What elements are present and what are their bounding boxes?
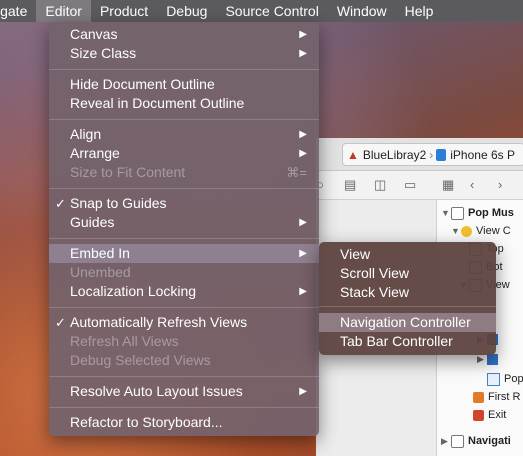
menu-separator [49,119,319,120]
app-target-icon: ▲ [347,147,359,162]
submenu-arrow-icon: ▶ [299,248,307,259]
outline-row[interactable]: First R [473,388,520,406]
menu-item-size-class[interactable]: Size Class ▶ [49,44,319,63]
menu-item-canvas[interactable]: Canvas ▶ [49,25,319,44]
menu-separator [49,188,319,189]
scheme-selector[interactable]: ▲ BlueLibray2 › iPhone 6s P [342,143,523,166]
outline-row[interactable]: Pop [487,370,523,388]
scene-icon [451,206,464,220]
cube-icon[interactable]: ◫ [374,177,386,193]
menu-debug[interactable]: Debug [157,0,216,22]
view-icon [487,353,498,365]
submenu-item-navigation-controller[interactable]: Navigation Controller [319,313,496,332]
menu-separator [49,407,319,408]
menu-separator [49,376,319,377]
editor-jump-bar: ○ ▤ ◫ ▭ ▦ ‹ › [316,171,523,200]
menu-bar: vigate Editor Product Debug Source Contr… [0,0,523,22]
menu-item-guides[interactable]: Guides ▶ [49,213,319,232]
disclosure-icon[interactable]: ▼ [451,222,461,240]
menu-separator [319,306,496,307]
menu-item-snap-to-guides[interactable]: ✓ Snap to Guides [49,194,319,213]
submenu-arrow-icon: ▶ [299,129,307,140]
checkmark-icon: ✓ [55,196,66,211]
menu-item-arrange[interactable]: Arrange ▶ [49,144,319,163]
disclosure-icon[interactable]: ▼ [441,204,451,222]
menu-source-control[interactable]: Source Control [216,0,327,22]
submenu-arrow-icon: ▶ [299,29,307,40]
embed-in-submenu: View Scroll View Stack View Navigation C… [319,242,496,355]
first-responder-icon [473,391,484,403]
back-icon[interactable]: ‹ [470,177,474,192]
exit-icon [473,409,484,421]
menu-product[interactable]: Product [91,0,157,22]
device-name: iPhone 6s P [450,147,515,162]
menu-item-reveal-in-document-outline[interactable]: Reveal in Document Outline [49,94,319,113]
menu-item-localization-locking[interactable]: Localization Locking ▶ [49,282,319,301]
checkmark-icon: ✓ [55,315,66,330]
shortcut-label: ⌘= [286,165,307,180]
chevron-right-icon: › [429,147,434,162]
submenu-item-scroll-view[interactable]: Scroll View [319,264,496,283]
scene-icon [451,434,464,448]
submenu-arrow-icon: ▶ [299,148,307,159]
menu-help[interactable]: Help [396,0,443,22]
outline-row[interactable]: ▼ View C [451,222,511,240]
menu-item-size-to-fit-content: Size to Fit Content ⌘= [70,164,307,180]
scheme-name: BlueLibray2 [362,147,427,162]
submenu-arrow-icon: ▶ [299,48,307,59]
menu-item-hide-document-outline[interactable]: Hide Document Outline [49,75,319,94]
menu-item-align[interactable]: Align ▶ [49,125,319,144]
outline-row[interactable]: ▶ Navigati [441,432,511,450]
editor-menu: Canvas ▶ Size Class ▶ Hide Document Outl… [49,22,319,436]
menu-navigate[interactable]: vigate [0,0,36,22]
view-controller-icon [461,225,472,237]
menu-separator [49,69,319,70]
menu-item-embed-in[interactable]: Embed In ▶ [49,244,319,263]
xcode-toolbar: ▲ BlueLibray2 › iPhone 6s P [316,138,523,171]
menu-item-refactor-to-storyboard[interactable]: Refactor to Storyboard... [49,413,319,432]
menu-separator [49,238,319,239]
menu-item-automatically-refresh-views[interactable]: ✓ Automatically Refresh Views [49,313,319,332]
menu-item-refresh-all-views: Refresh All Views [70,333,179,349]
device-icon [436,148,447,161]
outline-row[interactable]: ▼ Pop Mus [441,204,514,222]
nav-item-icon [487,372,500,386]
submenu-item-tab-bar-controller[interactable]: Tab Bar Controller [319,332,496,351]
submenu-item-view[interactable]: View [319,245,496,264]
menu-separator [49,307,319,308]
submenu-item-stack-view[interactable]: Stack View [319,283,496,302]
disclosure-icon[interactable]: ▶ [441,432,451,450]
submenu-arrow-icon: ▶ [299,386,307,397]
outline-row[interactable]: Exit [473,406,506,424]
comment-icon[interactable]: ▭ [404,177,416,193]
menu-item-unembed: Unembed [70,264,131,280]
submenu-arrow-icon: ▶ [299,217,307,228]
related-items-icon[interactable]: ▦ [442,177,454,193]
menu-window[interactable]: Window [328,0,396,22]
menu-editor[interactable]: Editor [36,0,91,22]
forward-icon[interactable]: › [498,177,502,192]
submenu-arrow-icon: ▶ [299,286,307,297]
menu-item-debug-selected-views: Debug Selected Views [70,352,211,368]
grid-icon[interactable]: ▤ [344,177,356,193]
menu-item-resolve-auto-layout-issues[interactable]: Resolve Auto Layout Issues ▶ [49,382,319,401]
